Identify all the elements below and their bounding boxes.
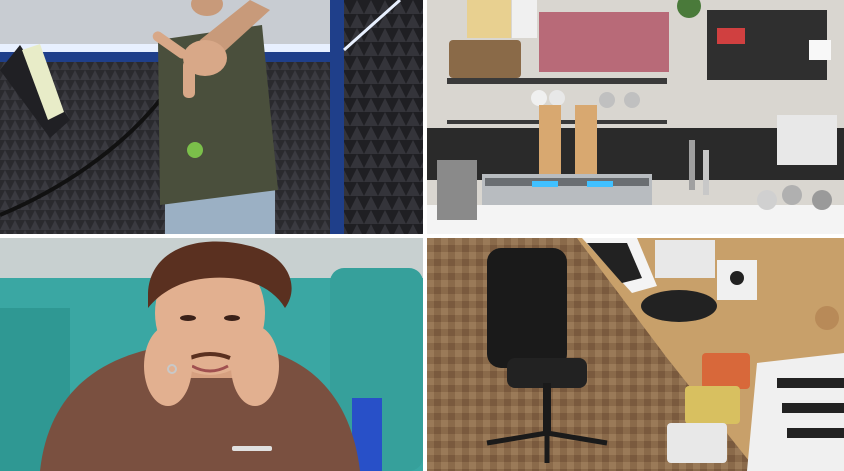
- photo-1-acoustic-booth[interactable]: [0, 0, 423, 234]
- photo-3-portrait[interactable]: [0, 238, 423, 471]
- photo-grid: [0, 0, 844, 471]
- photo-2-coffee-bar[interactable]: [427, 0, 844, 234]
- photo-4-music-studio[interactable]: [427, 238, 844, 471]
